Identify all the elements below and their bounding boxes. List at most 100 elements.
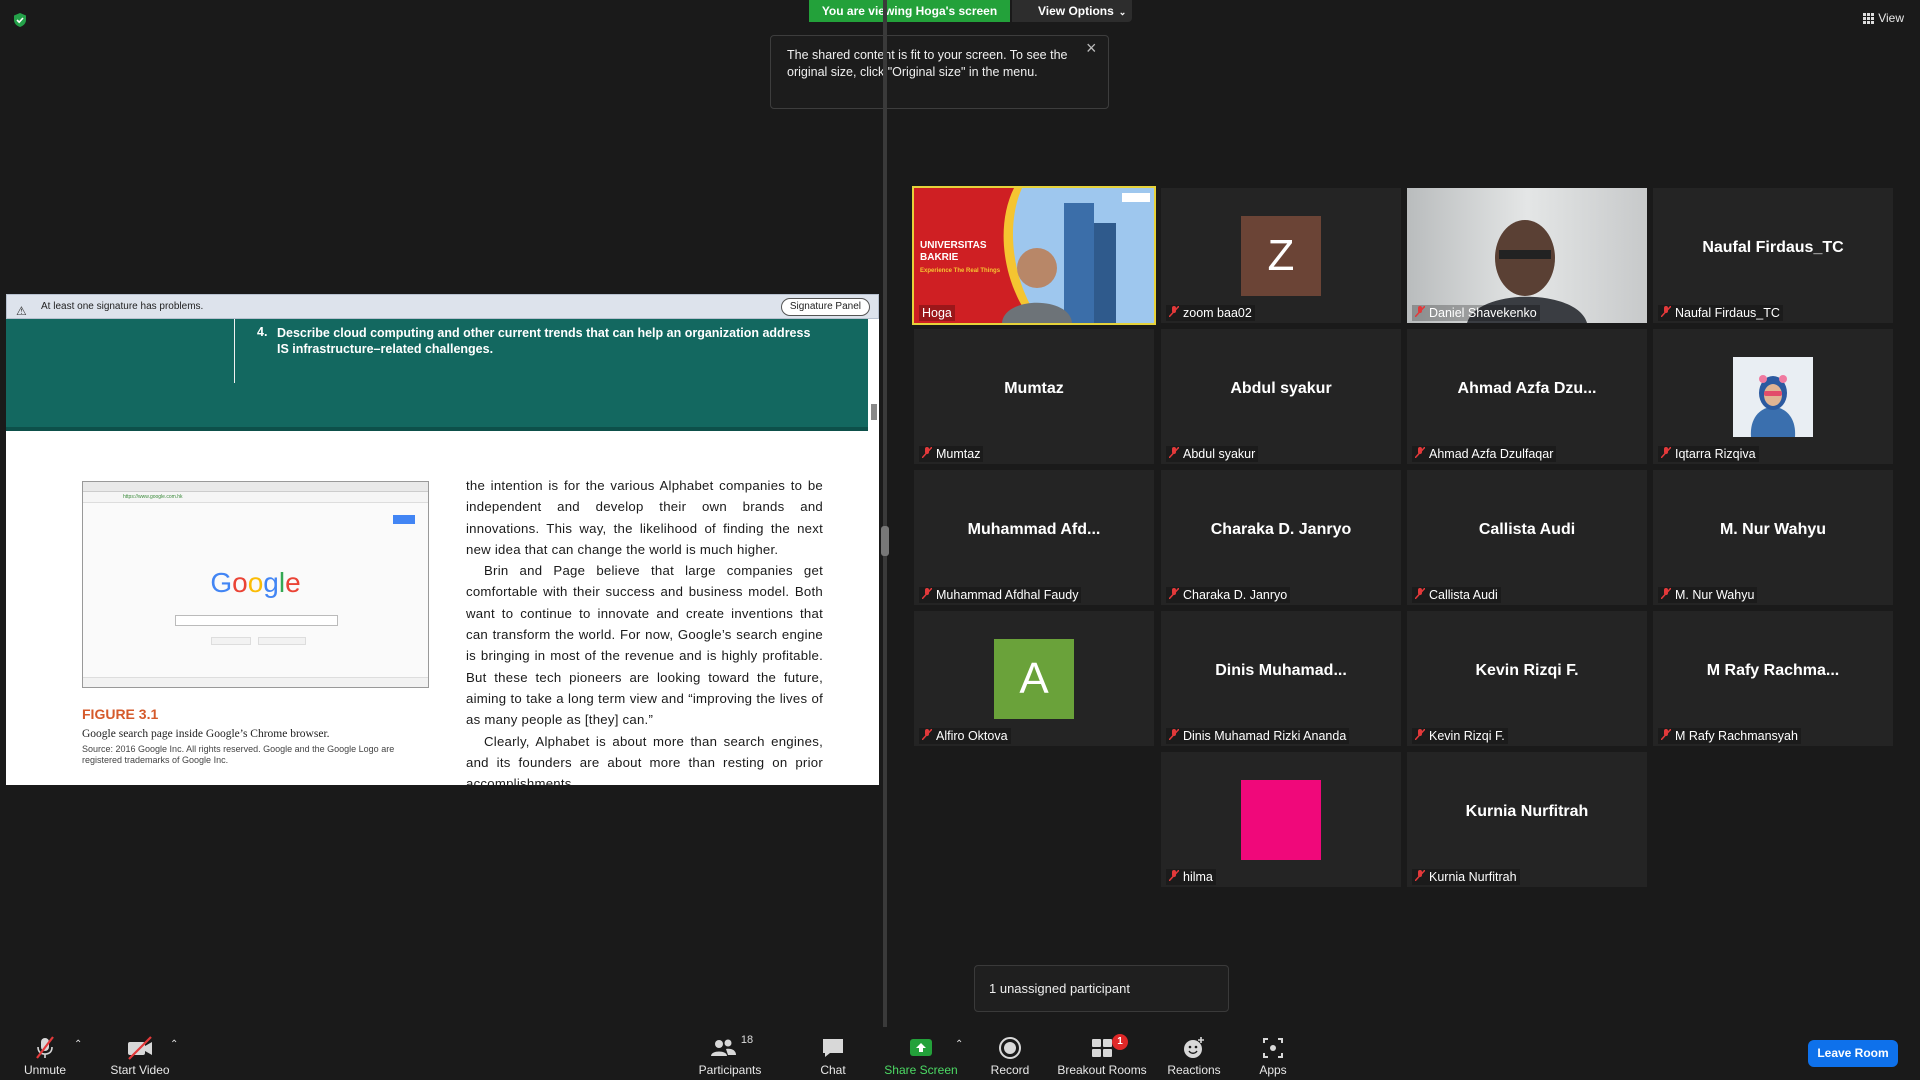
chat-label: Chat (820, 1063, 846, 1077)
chat-button[interactable]: Chat (808, 1027, 858, 1080)
record-button[interactable]: Record (982, 1027, 1038, 1080)
figure-screenshot: https://www.google.com.hk Google (82, 481, 429, 688)
participant-name: zoom baa02 (1183, 306, 1252, 320)
participant-avatar: Z (1241, 216, 1321, 296)
view-options-label: View Options (1038, 4, 1114, 18)
muted-microphone-icon (921, 587, 933, 602)
security-shield-icon[interactable] (12, 12, 28, 28)
participant-tile[interactable]: Mumtaz Mumtaz (914, 329, 1154, 464)
participant-name: Alfiro Oktova (936, 729, 1008, 743)
participant-video (1407, 188, 1647, 323)
muted-microphone-icon (1414, 728, 1426, 743)
view-button[interactable]: View (1863, 11, 1904, 25)
unmute-button[interactable]: Unmute (14, 1027, 76, 1080)
view-options-button[interactable]: View Options ⌄ (1012, 0, 1132, 22)
participant-tile[interactable]: Abdul syakur Abdul syakur (1161, 329, 1401, 464)
participant-name: Abdul syakur (1183, 447, 1256, 461)
video-off-icon (128, 1036, 152, 1060)
participant-tile[interactable]: M Rafy Rachma... M Rafy Rachmansyah (1653, 611, 1893, 746)
participant-name-label: Naufal Firdaus_TC (1658, 305, 1783, 321)
participant-tile[interactable]: Kevin Rizqi F. Kevin Rizqi F. (1407, 611, 1647, 746)
splitter-handle[interactable] (881, 526, 889, 556)
muted-microphone-icon (1660, 728, 1672, 743)
participant-tile[interactable]: M. Nur Wahyu M. Nur Wahyu (1653, 470, 1893, 605)
start-video-button[interactable]: Start Video (100, 1027, 180, 1080)
participant-display-name: Mumtaz (1004, 380, 1064, 397)
apps-label: Apps (1259, 1063, 1287, 1077)
participant-display-name: Kurnia Nurfitrah (1465, 803, 1589, 820)
participant-tile[interactable]: Iqtarra Rizqiva (1653, 329, 1893, 464)
participant-name-label: Dinis Muhamad Rizki Ananda (1166, 728, 1350, 744)
participants-icon (710, 1039, 736, 1056)
chevron-down-icon: ⌄ (1118, 7, 1127, 17)
share-options-caret-icon[interactable]: ⌃ (955, 1039, 963, 1050)
muted-microphone-icon (1168, 587, 1180, 602)
participant-tile[interactable]: A Alfiro Oktova (914, 611, 1154, 746)
participant-name: Dinis Muhamad Rizki Ananda (1183, 729, 1347, 743)
participant-name-label: Ahmad Azfa Dzulfaqar (1412, 446, 1557, 462)
participant-name: M Rafy Rachmansyah (1675, 729, 1798, 743)
slide-text: UNIVERSITAS BAKRIE Experience The Real Thi… (920, 240, 1000, 277)
participant-tile[interactable]: Ahmad Azfa Dzu... Ahmad Azfa Dzulfaqar (1407, 329, 1647, 464)
figure-caption: Google search page inside Google’s Chrom… (82, 728, 330, 740)
pdf-scrollbar[interactable] (871, 404, 877, 420)
participant-name: Ahmad Azfa Dzulfaqar (1429, 447, 1554, 461)
participants-button[interactable]: 18 Participants (692, 1027, 768, 1080)
slide-line2: BAKRIE (920, 252, 959, 263)
participants-count: 18 (740, 1034, 754, 1046)
participant-name-label: Callista Audi (1412, 587, 1501, 603)
objective-number: 4. (257, 325, 268, 339)
share-screen-button[interactable]: Share Screen (882, 1027, 960, 1080)
participant-display-name: Dinis Muhamad... (1215, 662, 1347, 679)
shared-screen-document: ⚠ At least one signature has problems. S… (6, 294, 879, 785)
participants-label: Participants (698, 1063, 762, 1077)
video-options-caret-icon[interactable]: ⌃ (170, 1039, 178, 1050)
apps-button[interactable]: Apps (1248, 1027, 1298, 1080)
participant-tile[interactable]: Charaka D. Janryo Charaka D. Janryo (1161, 470, 1401, 605)
figure-title: FIGURE 3.1 (82, 706, 159, 722)
participant-tile[interactable]: Dinis Muhamad... Dinis Muhamad Rizki Anan… (1161, 611, 1401, 746)
participant-display-name: Kevin Rizqi F. (1475, 662, 1579, 679)
audio-options-caret-icon[interactable]: ⌃ (74, 1039, 82, 1050)
reactions-button[interactable]: Reactions (1162, 1027, 1226, 1080)
view-splitter[interactable] (883, 0, 887, 1027)
paragraph: Clearly, Alphabet is about more than sea… (466, 733, 823, 785)
signature-panel-button[interactable]: Signature Panel (780, 298, 870, 316)
participant-tile[interactable]: UNIVERSITAS BAKRIE Experience The Real Thi… (912, 186, 1156, 325)
participant-name-label: M Rafy Rachmansyah (1658, 728, 1801, 744)
participant-display-name: Muhammad Afd... (967, 521, 1101, 538)
participant-display-name: Abdul syakur (1230, 380, 1332, 397)
participant-name: Naufal Firdaus_TC (1675, 306, 1780, 320)
participant-name-label: Daniel Shavekenko (1412, 305, 1540, 321)
participant-tile[interactable]: Kurnia Nurfitrah Kurnia Nurfitrah (1407, 752, 1647, 887)
muted-microphone-icon (1168, 305, 1180, 320)
signature-warning-bar: ⚠ At least one signature has problems. S… (6, 294, 879, 319)
unassigned-participant-toast[interactable]: 1 unassigned participant (974, 965, 1229, 1012)
participant-display-name: M. Nur Wahyu (1719, 521, 1827, 538)
thumb-search-box (175, 615, 338, 626)
participant-tile[interactable]: Naufal Firdaus_TC Naufal Firdaus_TC (1653, 188, 1893, 323)
figure-source: Source: 2016 Google Inc. All rights rese… (82, 744, 395, 765)
participant-name-label: Alfiro Oktova (919, 728, 1011, 744)
participant-tile[interactable]: Muhammad Afd... Muhammad Afdhal Faudy (914, 470, 1154, 605)
fit-screen-tooltip: The shared content is fit to your screen… (770, 35, 1109, 109)
participant-tile[interactable]: Zzoom baa02 (1161, 188, 1401, 323)
participant-name: Daniel Shavekenko (1429, 306, 1537, 320)
breakout-rooms-button[interactable]: Breakout Rooms (1056, 1027, 1148, 1080)
participant-name-label: zoom baa02 (1166, 305, 1255, 321)
participant-tile[interactable]: Callista Audi Callista Audi (1407, 470, 1647, 605)
viewing-screen-banner: You are viewing Hoga's screen (809, 0, 1010, 22)
leave-room-button[interactable]: Leave Room (1808, 1040, 1898, 1067)
participant-name: Iqtarra Rizqiva (1675, 447, 1756, 461)
participant-tile[interactable]: hilma (1161, 752, 1401, 887)
body-text: the intention is for the various Alphabe… (466, 475, 823, 785)
close-icon[interactable]: × (1086, 39, 1100, 57)
participant-name-label: M. Nur Wahyu (1658, 587, 1758, 603)
chat-icon (823, 1039, 843, 1057)
participant-tile[interactable]: Daniel Shavekenko (1407, 188, 1647, 323)
thumb-url: https://www.google.com.hk (83, 492, 428, 503)
muted-microphone-icon (921, 728, 933, 743)
google-logo: Google (210, 567, 301, 598)
participant-name-label: Hoga (919, 305, 955, 321)
paragraph: Brin and Page believe that large compani… (466, 563, 823, 728)
